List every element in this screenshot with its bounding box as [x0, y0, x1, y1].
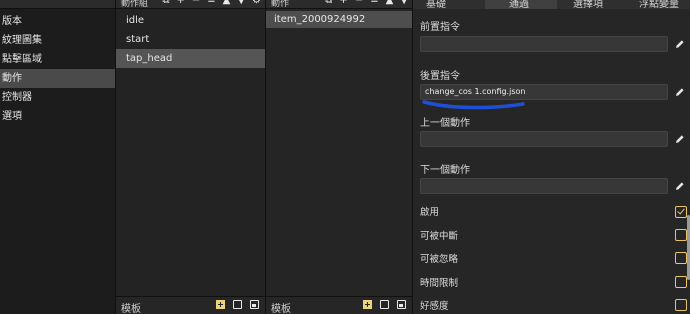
groups-header-title: 動作組	[121, 0, 149, 9]
motion-item[interactable]: item_2000924992	[266, 11, 412, 28]
move-down-icon[interactable]: ▼	[237, 0, 245, 6]
nav-panel: 版本 紋理圖集 點擊區域 動作 控制器 選項	[0, 0, 116, 314]
nav-item-options[interactable]: 選項	[0, 107, 115, 126]
groups-footer: 模板	[116, 296, 265, 314]
affection-checkbox[interactable]	[675, 299, 687, 311]
motions-template-label: 模板	[271, 304, 291, 314]
motions-header-title: 動作	[271, 0, 290, 9]
folder-icon[interactable]	[233, 300, 242, 309]
enabled-checkbox[interactable]	[675, 206, 687, 218]
add-template-icon[interactable]	[216, 300, 225, 309]
add-icon[interactable]: +	[176, 0, 184, 6]
annotation-underline	[422, 100, 525, 110]
motions-header: 動作 ⧉ + − ≡ ▲ ▼	[266, 0, 412, 9]
pre-command-label: 前置指令	[420, 22, 460, 33]
interruptible-checkbox[interactable]	[675, 229, 687, 241]
clear-icon[interactable]: ≡	[207, 0, 215, 6]
next-motion-input[interactable]	[420, 178, 668, 194]
add-icon[interactable]: +	[339, 0, 347, 6]
interruptible-label: 可被中斷	[420, 231, 459, 242]
save-icon[interactable]	[397, 300, 406, 309]
copy-icon[interactable]: ⧉	[162, 0, 169, 6]
group-item-tap-head[interactable]: tap_head	[116, 49, 265, 68]
nav-item-controllers[interactable]: 控制器	[0, 88, 115, 107]
previous-motion-input[interactable]	[420, 131, 668, 147]
next-motion-label: 下一個動作	[420, 165, 470, 176]
motion-groups-panel: 動作組 ⧉ + − ≡ ▲ ▼ ⚙ idle start tap_head 模板	[116, 0, 266, 314]
edit-pre-command-icon[interactable]	[675, 39, 685, 49]
tab-general[interactable]: 通過	[509, 0, 529, 9]
remove-icon[interactable]: −	[355, 0, 363, 6]
remove-icon[interactable]: −	[192, 0, 200, 6]
tab-basic[interactable]: 基礎	[426, 0, 446, 9]
nav-item-version[interactable]: 版本	[0, 12, 115, 31]
nav-list: 版本 紋理圖集 點擊區域 動作 控制器 選項	[0, 12, 115, 126]
copy-icon[interactable]: ⧉	[325, 0, 332, 6]
groups-header: 動作組 ⧉ + − ≡ ▲ ▼ ⚙	[116, 0, 265, 9]
ignorable-label: 可被忽略	[420, 254, 459, 265]
time-limit-checkbox[interactable]	[675, 276, 687, 288]
properties-panel: 基礎 通過 選擇項 浮點變量 前置指令 後置指令 change_cos 1.co…	[413, 0, 690, 314]
ignorable-checkbox[interactable]	[675, 252, 687, 264]
groups-list: idle start tap_head	[116, 11, 265, 68]
folder-icon[interactable]	[380, 300, 389, 309]
affection-label: 好感度	[420, 301, 449, 312]
previous-motion-label: 上一個動作	[420, 118, 470, 129]
tab-float-vars[interactable]: 浮點變量	[639, 0, 679, 9]
motions-panel: 動作 ⧉ + − ≡ ▲ ▼ item_2000924992 模板	[266, 0, 413, 314]
motions-footer: 模板	[266, 296, 412, 314]
time-limit-label: 時間限制	[420, 278, 459, 289]
nav-item-texture-atlas[interactable]: 紋理圖集	[0, 31, 115, 50]
pre-command-input[interactable]	[420, 36, 668, 52]
move-up-icon[interactable]: ▲	[223, 0, 231, 6]
edit-post-command-icon[interactable]	[675, 87, 685, 97]
group-item-idle[interactable]: idle	[116, 11, 265, 30]
nav-item-motions[interactable]: 動作	[0, 69, 115, 88]
groups-template-label: 模板	[121, 304, 141, 314]
save-icon[interactable]	[250, 300, 259, 309]
nav-header	[0, 0, 115, 9]
clear-icon[interactable]: ≡	[370, 0, 378, 6]
post-command-label: 後置指令	[420, 71, 460, 82]
app-window: 版本 紋理圖集 點擊區域 動作 控制器 選項 動作組 ⧉ + − ≡ ▲ ▼ ⚙…	[0, 0, 690, 314]
edit-next-motion-icon[interactable]	[675, 181, 685, 191]
group-item-start[interactable]: start	[116, 30, 265, 49]
motions-list: item_2000924992	[266, 11, 412, 28]
property-tabs: 基礎 通過 選擇項 浮點變量	[413, 0, 690, 9]
edit-previous-motion-icon[interactable]	[675, 134, 685, 144]
move-down-icon[interactable]: ▼	[400, 0, 408, 6]
settings-icon[interactable]: ⚙	[252, 0, 261, 6]
move-up-icon[interactable]: ▲	[386, 0, 394, 6]
enabled-label: 啟用	[420, 207, 440, 218]
tab-choices[interactable]: 選擇項	[573, 0, 603, 9]
nav-item-hit-area[interactable]: 點擊區域	[0, 50, 115, 69]
add-template-icon[interactable]	[363, 300, 372, 309]
